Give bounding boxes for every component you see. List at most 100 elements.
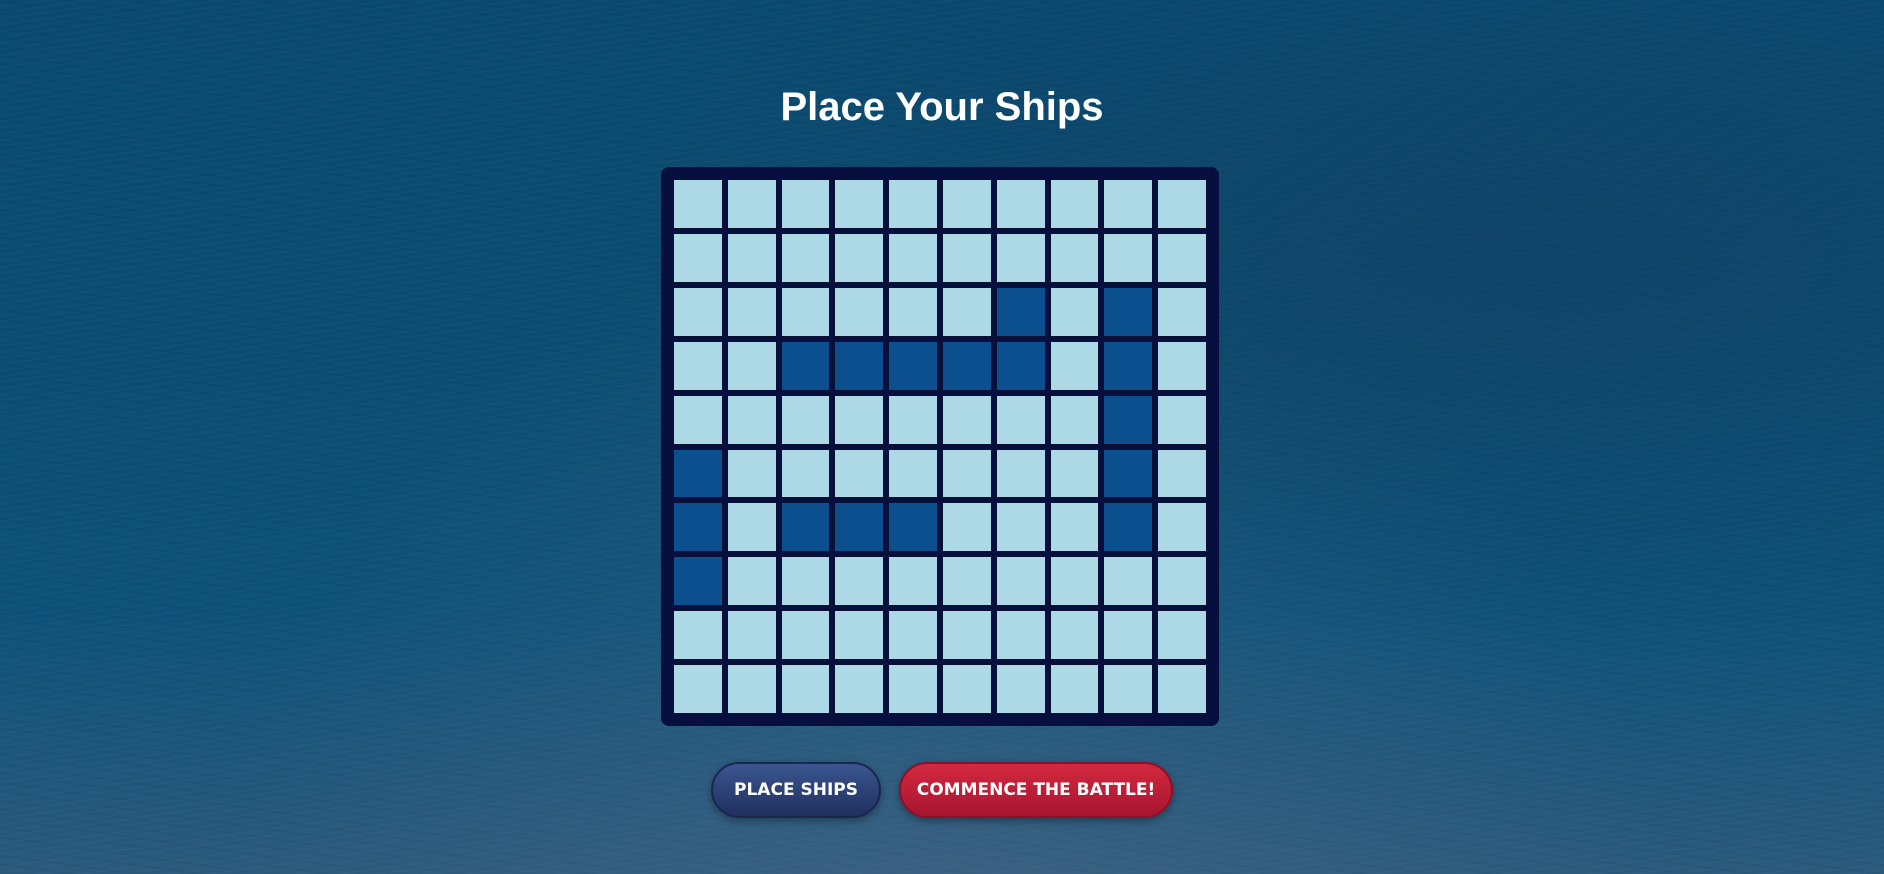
water-cell[interactable] [888, 556, 938, 607]
water-cell[interactable] [1049, 286, 1100, 337]
water-cell[interactable] [1103, 610, 1154, 661]
water-cell[interactable] [1157, 179, 1207, 229]
water-cell[interactable] [780, 556, 831, 607]
ship-cell[interactable] [888, 340, 938, 391]
water-cell[interactable] [834, 179, 885, 229]
water-cell[interactable] [780, 394, 831, 445]
water-cell[interactable] [1103, 664, 1154, 714]
water-cell[interactable] [834, 610, 885, 661]
water-cell[interactable] [888, 179, 938, 229]
water-cell[interactable] [726, 286, 777, 337]
water-cell[interactable] [1157, 340, 1207, 391]
water-cell[interactable] [995, 179, 1046, 229]
ship-cell[interactable] [834, 502, 885, 553]
ship-cell[interactable] [995, 286, 1046, 337]
water-cell[interactable] [780, 232, 831, 283]
water-cell[interactable] [726, 556, 777, 607]
water-cell[interactable] [941, 286, 992, 337]
water-cell[interactable] [780, 286, 831, 337]
water-cell[interactable] [941, 448, 992, 499]
water-cell[interactable] [834, 664, 885, 714]
water-cell[interactable] [726, 179, 777, 229]
water-cell[interactable] [1103, 179, 1154, 229]
water-cell[interactable] [1103, 556, 1154, 607]
ship-cell[interactable] [834, 340, 885, 391]
water-cell[interactable] [1049, 502, 1100, 553]
ship-cell[interactable] [673, 502, 723, 553]
water-cell[interactable] [1103, 232, 1154, 283]
water-cell[interactable] [673, 664, 723, 714]
water-cell[interactable] [834, 448, 885, 499]
water-cell[interactable] [726, 340, 777, 391]
water-cell[interactable] [995, 556, 1046, 607]
water-cell[interactable] [780, 448, 831, 499]
ship-cell[interactable] [888, 502, 938, 553]
water-cell[interactable] [1049, 179, 1100, 229]
ship-cell[interactable] [1103, 448, 1154, 499]
water-cell[interactable] [1157, 610, 1207, 661]
water-cell[interactable] [995, 448, 1046, 499]
water-cell[interactable] [1049, 448, 1100, 499]
water-cell[interactable] [726, 502, 777, 553]
water-cell[interactable] [888, 394, 938, 445]
water-cell[interactable] [673, 179, 723, 229]
water-cell[interactable] [1157, 394, 1207, 445]
water-cell[interactable] [673, 610, 723, 661]
water-cell[interactable] [726, 610, 777, 661]
water-cell[interactable] [780, 610, 831, 661]
water-cell[interactable] [941, 394, 992, 445]
water-cell[interactable] [941, 179, 992, 229]
water-cell[interactable] [1157, 232, 1207, 283]
water-cell[interactable] [1157, 664, 1207, 714]
water-cell[interactable] [941, 610, 992, 661]
water-cell[interactable] [1049, 664, 1100, 714]
water-cell[interactable] [995, 232, 1046, 283]
water-cell[interactable] [941, 232, 992, 283]
water-cell[interactable] [888, 232, 938, 283]
ship-cell[interactable] [1103, 502, 1154, 553]
water-cell[interactable] [941, 502, 992, 553]
ship-cell[interactable] [780, 340, 831, 391]
water-cell[interactable] [1157, 286, 1207, 337]
water-cell[interactable] [1049, 556, 1100, 607]
place-ships-button[interactable]: PLACE SHIPS [711, 762, 881, 818]
water-cell[interactable] [673, 340, 723, 391]
water-cell[interactable] [888, 448, 938, 499]
water-cell[interactable] [888, 664, 938, 714]
water-cell[interactable] [834, 394, 885, 445]
water-cell[interactable] [726, 232, 777, 283]
water-cell[interactable] [1049, 394, 1100, 445]
water-cell[interactable] [673, 394, 723, 445]
water-cell[interactable] [995, 610, 1046, 661]
water-cell[interactable] [673, 232, 723, 283]
water-cell[interactable] [888, 286, 938, 337]
water-cell[interactable] [995, 394, 1046, 445]
ship-cell[interactable] [673, 556, 723, 607]
water-cell[interactable] [834, 556, 885, 607]
water-cell[interactable] [834, 286, 885, 337]
commence-battle-button[interactable]: COMMENCE THE BATTLE! [899, 762, 1173, 818]
water-cell[interactable] [1157, 448, 1207, 499]
water-cell[interactable] [888, 610, 938, 661]
ship-cell[interactable] [673, 448, 723, 499]
water-cell[interactable] [673, 286, 723, 337]
water-cell[interactable] [726, 394, 777, 445]
ship-cell[interactable] [780, 502, 831, 553]
ship-cell[interactable] [1103, 394, 1154, 445]
ship-cell[interactable] [995, 340, 1046, 391]
water-cell[interactable] [780, 664, 831, 714]
water-cell[interactable] [995, 664, 1046, 714]
water-cell[interactable] [834, 232, 885, 283]
water-cell[interactable] [941, 664, 992, 714]
ship-cell[interactable] [941, 340, 992, 391]
water-cell[interactable] [1157, 502, 1207, 553]
water-cell[interactable] [1049, 340, 1100, 391]
water-cell[interactable] [1157, 556, 1207, 607]
ship-cell[interactable] [1103, 286, 1154, 337]
water-cell[interactable] [941, 556, 992, 607]
water-cell[interactable] [1049, 232, 1100, 283]
water-cell[interactable] [726, 448, 777, 499]
ship-cell[interactable] [1103, 340, 1154, 391]
water-cell[interactable] [726, 664, 777, 714]
water-cell[interactable] [780, 179, 831, 229]
